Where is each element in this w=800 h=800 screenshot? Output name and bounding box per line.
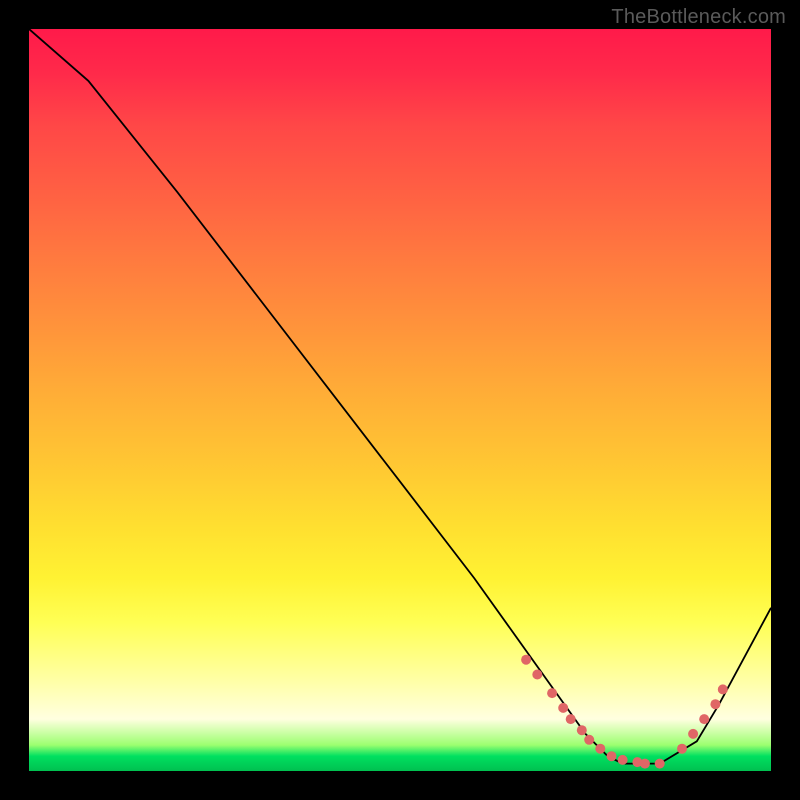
marker-dot: [607, 751, 617, 761]
marker-dot: [718, 684, 728, 694]
chart-container: TheBottleneck.com: [0, 0, 800, 800]
marker-dot: [677, 744, 687, 754]
highlight-dots: [521, 655, 728, 769]
marker-dot: [699, 714, 709, 724]
bottleneck-curve: [29, 29, 771, 764]
marker-dot: [521, 655, 531, 665]
marker-dot: [655, 759, 665, 769]
marker-dot: [558, 703, 568, 713]
marker-dot: [547, 688, 557, 698]
marker-dot: [618, 755, 628, 765]
marker-dot: [532, 670, 542, 680]
marker-dot: [595, 744, 605, 754]
chart-svg: [29, 29, 771, 771]
marker-dot: [577, 725, 587, 735]
marker-dot: [688, 729, 698, 739]
marker-dot: [710, 699, 720, 709]
marker-dot: [640, 759, 650, 769]
plot-area: [29, 29, 771, 771]
marker-dot: [566, 714, 576, 724]
watermark-text: TheBottleneck.com: [611, 6, 786, 29]
marker-dot: [584, 735, 594, 745]
